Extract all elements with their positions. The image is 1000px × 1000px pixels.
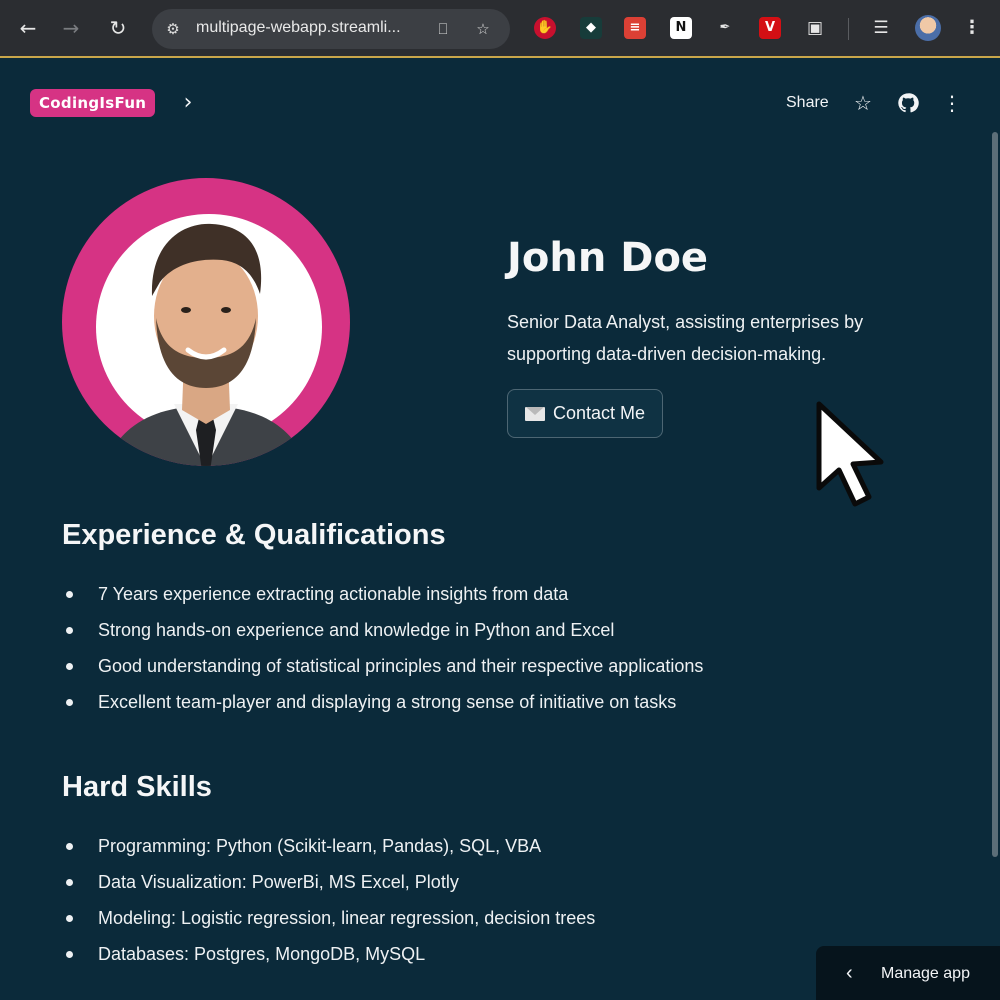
bookmark-star-icon[interactable]: ☆ — [472, 18, 494, 40]
url-text[interactable]: multipage-webapp.streamli... — [196, 19, 428, 39]
contact-me-button[interactable]: Contact Me — [507, 389, 663, 438]
media-queue-icon[interactable]: ☰ — [870, 17, 892, 39]
experience-list: 7 Years experience extracting actionable… — [62, 576, 962, 720]
chevron-left-icon: ‹ — [846, 962, 853, 984]
github-icon[interactable] — [895, 90, 921, 116]
kebab-menu-icon[interactable]: ⋮ — [961, 17, 983, 39]
mouse-pointer-icon — [816, 401, 884, 507]
chevron-right-icon[interactable]: › — [175, 90, 201, 116]
manage-app-button[interactable]: ‹ Manage app — [816, 946, 1000, 1000]
star-icon[interactable]: ☆ — [850, 90, 876, 116]
notion-icon[interactable]: N — [670, 17, 692, 39]
ublock-icon[interactable]: ✋ — [534, 17, 556, 39]
dark-extension-icon[interactable]: ◆ — [580, 17, 602, 39]
share-button[interactable]: Share — [778, 91, 837, 115]
hard-skills-title: Hard Skills — [62, 771, 212, 803]
install-app-icon[interactable]: ⎕ — [432, 18, 454, 40]
todoist-icon[interactable]: ≡ — [624, 17, 646, 39]
experience-title: Experience & Qualifications — [62, 519, 446, 551]
eyedropper-icon[interactable]: ✒ — [714, 17, 736, 39]
app-logo[interactable]: CodingIsFun — [30, 89, 156, 117]
vivaldi-icon[interactable]: V — [759, 17, 781, 39]
manage-app-label: Manage app — [881, 965, 970, 982]
list-item: Good understanding of statistical princi… — [62, 648, 962, 684]
puzzle-icon[interactable]: ▣ — [804, 17, 826, 39]
site-settings-icon[interactable]: ⚙ — [162, 18, 184, 40]
browser-toolbar: ← → ↻ ⚙ multipage-webapp.streamli... ⎕ ☆… — [0, 0, 1000, 58]
toolbar-divider — [848, 18, 849, 40]
list-item: 7 Years experience extracting actionable… — [62, 576, 962, 612]
reload-icon[interactable]: ↻ — [104, 14, 132, 42]
scrollbar-thumb[interactable] — [992, 132, 998, 857]
back-icon[interactable]: ← — [14, 14, 42, 42]
main-menu-icon[interactable]: ⋮ — [939, 90, 965, 116]
envelope-icon — [524, 406, 545, 421]
profile-photo — [62, 178, 350, 466]
profile-bio: Senior Data Analyst, assisting enterpris… — [507, 312, 864, 364]
list-item: Excellent team-player and displaying a s… — [62, 684, 962, 720]
forward-icon[interactable]: → — [57, 14, 85, 42]
list-item: Programming: Python (Scikit-learn, Panda… — [62, 828, 962, 864]
address-bar[interactable]: ⚙ multipage-webapp.streamli... ⎕ ☆ — [152, 9, 510, 49]
contact-button-label: Contact Me — [552, 403, 646, 423]
profile-avatar-icon[interactable] — [915, 15, 941, 41]
list-item: Strong hands-on experience and knowledge… — [62, 612, 962, 648]
list-item: Modeling: Logistic regression, linear re… — [62, 900, 962, 936]
list-item: Data Visualization: PowerBi, MS Excel, P… — [62, 864, 962, 900]
profile-name: John Doe — [507, 235, 709, 281]
